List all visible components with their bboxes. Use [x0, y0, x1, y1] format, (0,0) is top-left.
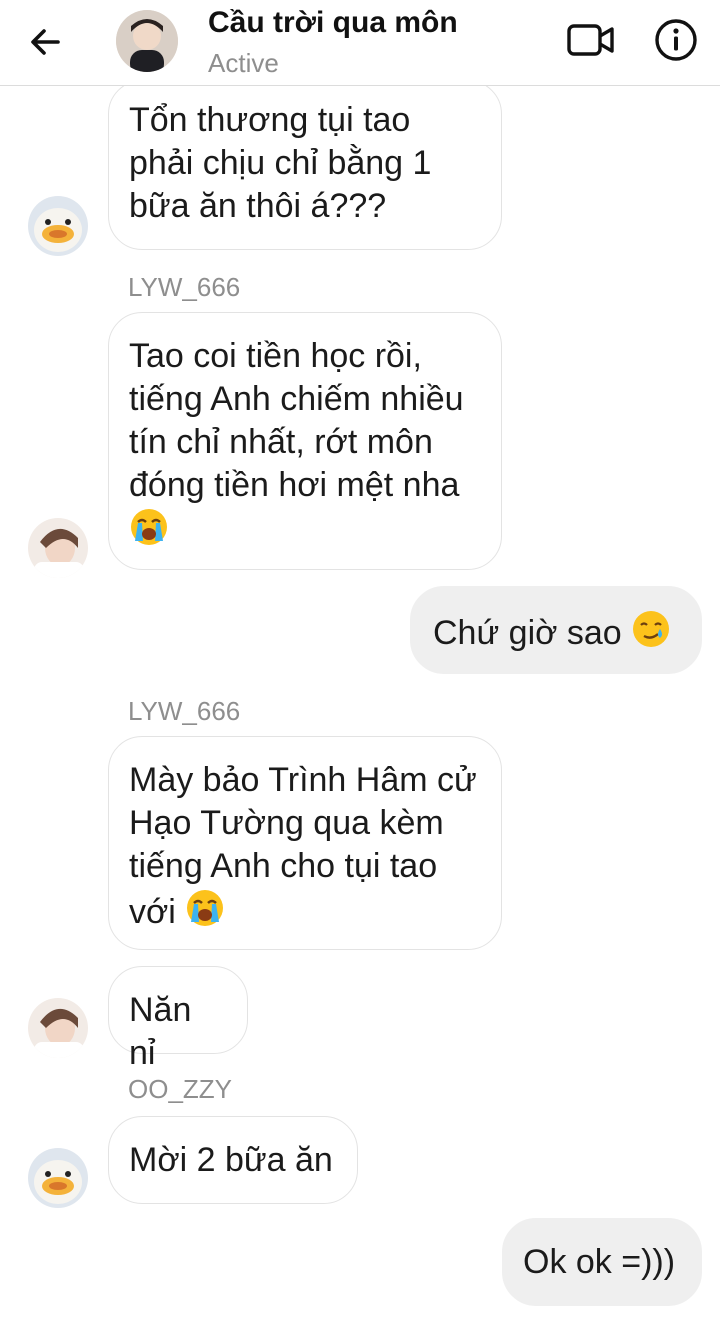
smiling-face-with-tear-emoji	[633, 611, 670, 647]
sender-name: OO_ZZY	[128, 1074, 233, 1104]
group-avatar[interactable]	[116, 10, 178, 72]
arrow-left-icon	[31, 29, 60, 55]
chat-header: Cầu trời qua môn Active	[0, 0, 720, 86]
duck-avatar-image	[28, 196, 88, 256]
sender-name: LYW_666	[128, 272, 241, 302]
message-text: Mời 2 bữa ăn	[129, 1141, 333, 1179]
group-avatar-image	[116, 10, 178, 72]
back-button[interactable]	[24, 20, 68, 64]
duck-avatar[interactable]	[28, 196, 88, 256]
message-bubble-incoming[interactable]: Mời 2 bữa ăn	[108, 1116, 358, 1204]
video-call-button[interactable]	[566, 18, 616, 62]
person-avatar-image	[28, 518, 88, 578]
person-avatar-image	[28, 998, 88, 1058]
message-bubble-outgoing[interactable]: Chứ giờ sao	[410, 586, 702, 674]
loudly-crying-face-emoji	[131, 509, 167, 545]
info-button[interactable]	[652, 16, 700, 64]
message-bubble-incoming[interactable]: Tao coi tiền học rồi, tiếng Anh chiếm nh…	[108, 312, 502, 570]
message-text: Tổn thương tụi tao phải chịu chỉ bằng 1 …	[129, 101, 432, 225]
message-text: Tao coi tiền học rồi, tiếng Anh chiếm nh…	[129, 337, 464, 504]
message-text: Năn nỉ	[129, 991, 192, 1072]
chat-title: Cầu trời qua môn	[208, 6, 458, 39]
message-bubble-incoming[interactable]: Năn nỉ	[108, 966, 248, 1072]
message-bubble-incoming[interactable]: Tổn thương tụi tao phải chịu chỉ bằng 1 …	[108, 86, 502, 250]
active-status: Active	[208, 48, 279, 78]
info-icon	[655, 19, 697, 61]
duck-avatar[interactable]	[28, 1148, 88, 1208]
loudly-crying-face-emoji	[187, 890, 224, 926]
message-bubble-incoming[interactable]: Mày bảo Trình Hâm cử Hạo Tường qua kèm t…	[108, 736, 502, 950]
message-text: Ok ok =)))	[523, 1243, 676, 1281]
sender-name: LYW_666	[128, 696, 241, 726]
message-text: Mày bảo Trình Hâm cử Hạo Tường qua kèm t…	[129, 761, 477, 931]
video-camera-icon	[567, 24, 614, 56]
person-avatar[interactable]	[28, 998, 88, 1058]
duck-avatar-image	[28, 1148, 88, 1208]
message-bubble-outgoing[interactable]: Ok ok =)))	[502, 1218, 702, 1306]
message-text: Chứ giờ sao	[433, 614, 622, 652]
message-list[interactable]: Tổn thương tụi tao phải chịu chỉ bằng 1 …	[0, 86, 720, 1317]
person-avatar[interactable]	[28, 518, 88, 578]
